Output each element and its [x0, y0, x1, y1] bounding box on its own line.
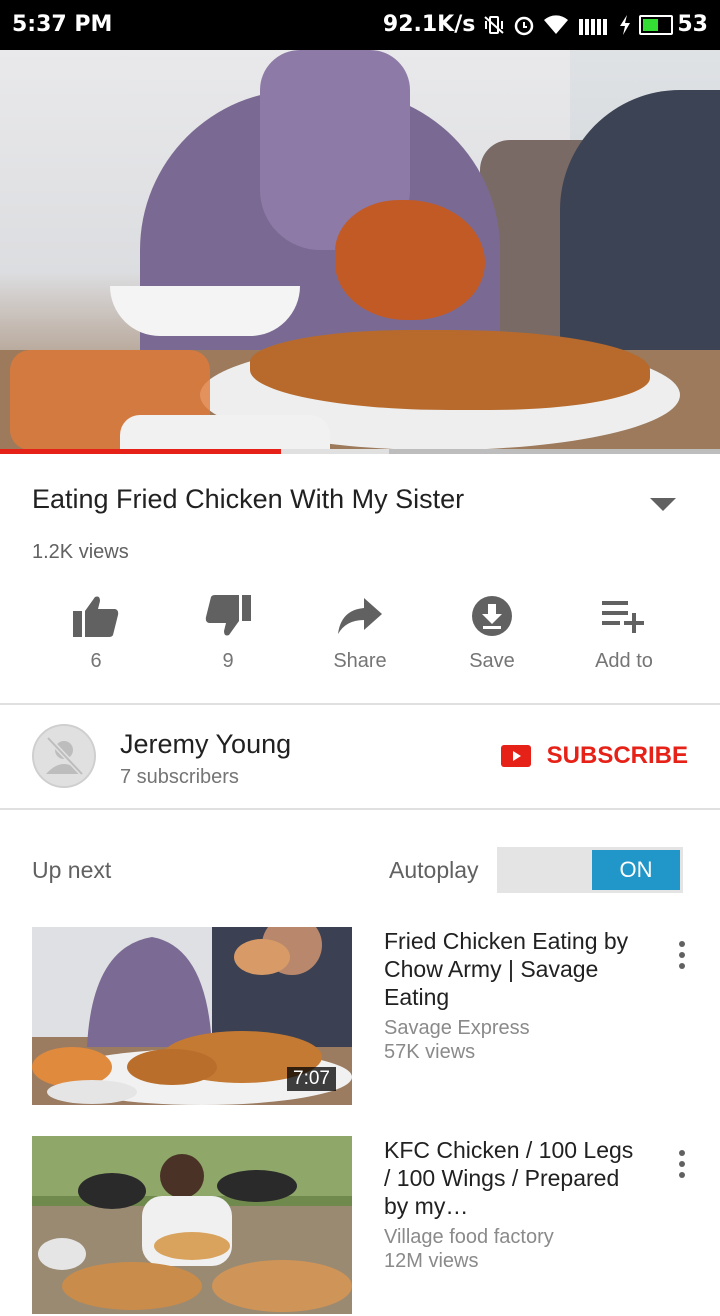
share-icon: [338, 592, 382, 640]
default-avatar-icon: [32, 724, 96, 788]
video-title: KFC Chicken / 100 Legs / 100 Wings / Pre…: [384, 1137, 634, 1219]
more-options-icon[interactable]: [676, 941, 688, 969]
up-next-label: Up next: [32, 857, 112, 883]
dislike-count: 9: [222, 650, 234, 672]
view-count: 1.2K views: [32, 541, 129, 563]
youtube-icon: [500, 745, 531, 767]
battery-level: 53: [677, 12, 708, 37]
share-button[interactable]: Share: [294, 592, 426, 673]
like-count: 6: [90, 650, 102, 672]
avatar[interactable]: [32, 724, 96, 788]
dislike-button[interactable]: 9: [162, 592, 294, 673]
video-thumbnail[interactable]: 7:07: [32, 927, 352, 1105]
channel-name: Savage Express: [384, 1017, 530, 1039]
more-options-icon[interactable]: [676, 1150, 688, 1178]
wifi-icon: [543, 14, 569, 35]
video-thumbnail[interactable]: [32, 1136, 352, 1314]
add-to-label: Add to: [595, 650, 653, 672]
channel-name: Village food factory: [384, 1226, 554, 1248]
download-icon: [471, 592, 513, 640]
autoplay-toggle[interactable]: ON: [497, 847, 683, 893]
status-bar: 5:37 PM 92.1K/s 53: [0, 0, 720, 50]
subscribe-label: SUBSCRIBE: [546, 742, 688, 769]
view-count: 12M views: [384, 1250, 479, 1272]
vibrate-icon: [483, 15, 505, 35]
played-bar: [0, 449, 281, 454]
video-duration: 7:07: [287, 1067, 336, 1091]
battery-icon: 53: [639, 12, 708, 37]
save-button[interactable]: Save: [426, 592, 558, 673]
alarm-icon: [513, 14, 535, 36]
view-count: 57K views: [384, 1041, 476, 1063]
charging-icon: [619, 14, 631, 35]
add-to-button[interactable]: Add to: [558, 592, 690, 673]
divider: [0, 703, 720, 705]
status-time: 5:37 PM: [12, 12, 113, 37]
share-label: Share: [333, 650, 387, 672]
video-title: Eating Fried Chicken With My Sister: [32, 484, 465, 514]
channel-name[interactable]: Jeremy Young: [120, 729, 291, 760]
video-progress-bar[interactable]: [0, 449, 720, 454]
status-icons: 92.1K/s 53: [383, 12, 708, 37]
video-title-row[interactable]: Eating Fried Chicken With My Sister: [32, 484, 692, 515]
video-title: Fried Chicken Eating by Chow Army | Sava…: [384, 928, 629, 1010]
thumbs-down-icon: [205, 592, 251, 640]
list-item[interactable]: 7:07 Fried Chicken Eating by Chow Army |…: [32, 927, 688, 1107]
expand-description-icon[interactable]: [650, 498, 676, 511]
video-player[interactable]: [0, 50, 720, 454]
subscriber-count: 7 subscribers: [120, 766, 239, 788]
save-label: Save: [469, 650, 515, 672]
action-bar: 6 9 Share Save Add to: [30, 592, 690, 673]
playlist-add-icon: [602, 592, 646, 640]
net-speed: 92.1K/s: [382, 12, 476, 37]
like-button[interactable]: 6: [30, 592, 162, 673]
autoplay-label: Autoplay: [389, 857, 479, 883]
signal-icon: [577, 15, 611, 35]
thumbs-up-icon: [73, 592, 119, 640]
autoplay-state: ON: [592, 850, 680, 890]
subscribe-button[interactable]: SUBSCRIBE: [500, 742, 688, 770]
list-item[interactable]: KFC Chicken / 100 Legs / 100 Wings / Pre…: [32, 1136, 688, 1316]
divider: [0, 808, 720, 810]
